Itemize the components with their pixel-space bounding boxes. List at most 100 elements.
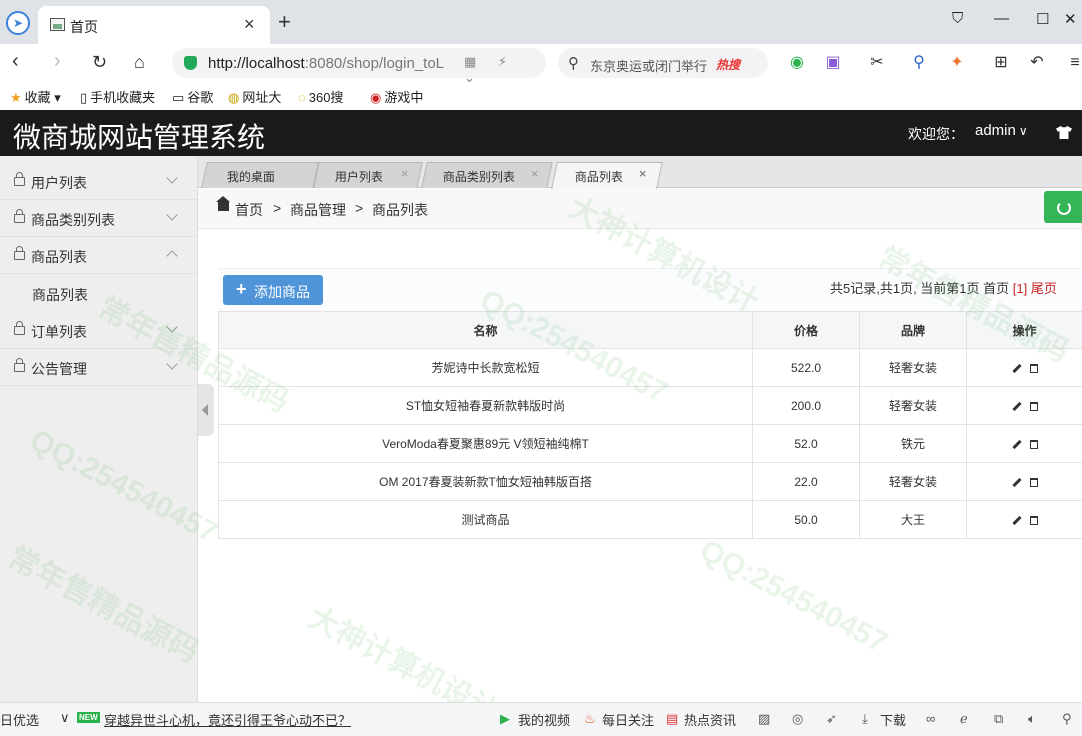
tab-users[interactable]: 用户列表 × xyxy=(313,162,423,188)
address-bar[interactable]: http://localhost:8080/shop/login_toL ▦ ⚡… xyxy=(172,48,546,85)
refresh-button[interactable] xyxy=(1044,191,1082,223)
scissors-icon[interactable]: ✂ xyxy=(866,52,888,74)
lock-icon xyxy=(14,358,25,372)
search-box[interactable]: ⚲ 东京奥运或闭门举行 热搜 xyxy=(558,48,768,78)
chevron-down-icon[interactable]: ∨ xyxy=(60,710,70,726)
bookmark-google[interactable]: ▭ 谷歌 xyxy=(172,87,213,106)
search-suggestion[interactable]: 东京奥运或闭门举行 xyxy=(590,56,707,75)
security-shield-icon xyxy=(184,56,197,70)
table-row: OM 2017春夏装新款T恤女短袖韩版百搭 22.0 轻奢女装 xyxy=(218,462,1082,501)
magnifier-icon[interactable]: ⚲ xyxy=(908,52,930,74)
delete-icon[interactable] xyxy=(1029,363,1038,373)
pagination-info: 共5记录,共1页, 当前第1页 首页 [1] 尾页 xyxy=(830,281,1057,296)
tab-desktop[interactable]: 我的桌面 xyxy=(201,162,319,188)
hot-search-badge: 热搜 xyxy=(716,58,741,72)
bookmark-360[interactable]: ◌ 360搜 xyxy=(298,87,343,106)
edit-icon[interactable] xyxy=(1011,363,1022,373)
ie-icon[interactable]: ℯ xyxy=(960,711,968,727)
column-header-brand: 品牌 xyxy=(859,311,967,349)
product-name: 芳妮诗中长款宽松短 xyxy=(218,348,753,387)
skin-shirt-icon[interactable] xyxy=(1056,126,1072,139)
close-tab-icon[interactable]: × xyxy=(639,166,647,181)
sidebar-subitem-product-list[interactable]: 商品列表 xyxy=(32,285,88,305)
delete-icon[interactable] xyxy=(1029,401,1038,411)
product-name: 测试商品 xyxy=(218,500,753,539)
window-icon[interactable]: ⧉ xyxy=(994,711,1003,727)
last-page-link[interactable]: 尾页 xyxy=(1027,281,1057,296)
game-center-icon: ◉ xyxy=(370,90,382,105)
glasses-icon[interactable]: ∞ xyxy=(926,711,935,726)
bookmark-favorites[interactable]: ★ 收藏 ▾ xyxy=(10,87,61,106)
maximize-icon[interactable]: ☐ xyxy=(1036,10,1049,28)
extension-green-icon[interactable]: ◉ xyxy=(786,52,808,74)
back-icon[interactable]: ‹ xyxy=(12,50,19,73)
row-actions xyxy=(966,424,1082,463)
tab-categories[interactable]: 商品类别列表 × xyxy=(421,162,553,188)
sidebar-item-orders[interactable]: 订单列表 xyxy=(0,312,197,349)
home-page-icon[interactable]: ⌂ xyxy=(134,52,145,73)
news-ticker-link[interactable]: 穿越异世斗心机，竟还引得王爷心动不已？ xyxy=(104,710,351,729)
chevron-down-icon xyxy=(166,172,178,184)
bookmark-games[interactable]: ◉ 游戏中 xyxy=(370,87,423,106)
product-price: 522.0 xyxy=(752,348,860,387)
edit-icon[interactable] xyxy=(1011,515,1022,525)
shirt-skin-icon[interactable]: ⛉ xyxy=(952,10,963,27)
url-text[interactable]: http://localhost:8080/shop/login_toL xyxy=(208,55,460,72)
sidebar-item-notices[interactable]: 公告管理 xyxy=(0,349,197,386)
my-video-link[interactable]: 我的视频 xyxy=(518,710,570,729)
close-tab-icon[interactable]: × xyxy=(531,166,539,181)
product-name: OM 2017春夏装新款T恤女短袖韩版百搭 xyxy=(218,462,753,501)
close-window-icon[interactable]: ✕ xyxy=(1064,10,1077,28)
edit-icon[interactable] xyxy=(1011,477,1022,487)
browser-tab-home[interactable]: 首页 × xyxy=(38,6,270,44)
daily-focus-link[interactable]: 每日关注 xyxy=(602,710,654,729)
fire-icon: ♨ xyxy=(584,711,596,726)
sidebar-item-products[interactable]: 商品列表 xyxy=(0,237,197,274)
tab-products[interactable]: 商品列表 × xyxy=(551,162,663,189)
watermark-qq: QQ:254540457 xyxy=(694,533,893,660)
close-tab-icon[interactable]: × xyxy=(244,14,255,35)
edit-icon[interactable] xyxy=(1011,401,1022,411)
menu-icon[interactable]: ≡ xyxy=(1064,52,1082,74)
sidebar-collapse-handle[interactable] xyxy=(198,384,214,436)
current-page-link[interactable]: [1] xyxy=(1013,281,1027,296)
breadcrumb-product-management[interactable]: 商品管理 xyxy=(290,200,346,220)
forward-icon[interactable]: › xyxy=(54,50,61,73)
grid-apps-icon[interactable]: ⊞ xyxy=(990,52,1012,74)
hot-news-link[interactable]: 热点资讯 xyxy=(684,710,736,729)
download-icon[interactable]: ⤓ xyxy=(862,711,868,727)
browser-icon[interactable]: ◎ xyxy=(792,711,803,727)
bookmark-urls[interactable]: ◍ 网址大 xyxy=(228,87,281,106)
new-tab-icon[interactable]: + xyxy=(278,9,291,35)
close-tab-icon[interactable]: × xyxy=(401,166,409,181)
status-preferred[interactable]: 日优选 xyxy=(0,710,39,729)
minimize-icon[interactable]: — xyxy=(994,10,1009,27)
welcome-label: 欢迎您： xyxy=(908,126,964,142)
browser-logo-icon[interactable]: ➤ xyxy=(6,11,30,35)
browser-status-bar: 日优选 ∨ NEW 穿越异世斗心机，竟还引得王爷心动不已？ ▶ 我的视频 ♨ 每… xyxy=(0,702,1082,736)
undo-icon[interactable]: ↶ xyxy=(1026,52,1048,74)
delete-icon[interactable] xyxy=(1029,477,1038,487)
delete-icon[interactable] xyxy=(1029,515,1038,525)
page-icon: ▭ xyxy=(172,90,185,105)
sidebar-item-users[interactable]: 用户列表 xyxy=(0,163,197,200)
rocket-icon[interactable]: ➶ xyxy=(826,711,837,727)
row-actions xyxy=(966,348,1082,387)
download-link[interactable]: 下载 xyxy=(880,710,906,729)
image-icon[interactable]: ▨ xyxy=(758,711,770,727)
sidebar-item-categories[interactable]: 商品类别列表 xyxy=(0,200,197,237)
edit-icon[interactable] xyxy=(1011,439,1022,449)
game-icon[interactable]: ✦ xyxy=(946,52,968,74)
breadcrumb-home[interactable]: 首页 xyxy=(235,200,263,220)
delete-icon[interactable] xyxy=(1029,439,1038,449)
add-product-button[interactable]: + 添加商品 xyxy=(223,275,323,305)
volume-icon[interactable]: 🔈︎ xyxy=(1028,711,1036,727)
reload-icon[interactable]: ↻ xyxy=(92,52,107,73)
chevron-up-icon xyxy=(166,250,178,262)
bookmark-mobile[interactable]: ▯ 手机收藏夹 xyxy=(80,87,155,106)
zoom-icon[interactable]: ⚲ xyxy=(1062,711,1072,727)
product-brand: 铁元 xyxy=(859,424,967,463)
row-actions xyxy=(966,462,1082,501)
user-menu[interactable]: admin ∨ xyxy=(975,122,1028,139)
translate-icon[interactable]: ▣ xyxy=(822,52,844,74)
